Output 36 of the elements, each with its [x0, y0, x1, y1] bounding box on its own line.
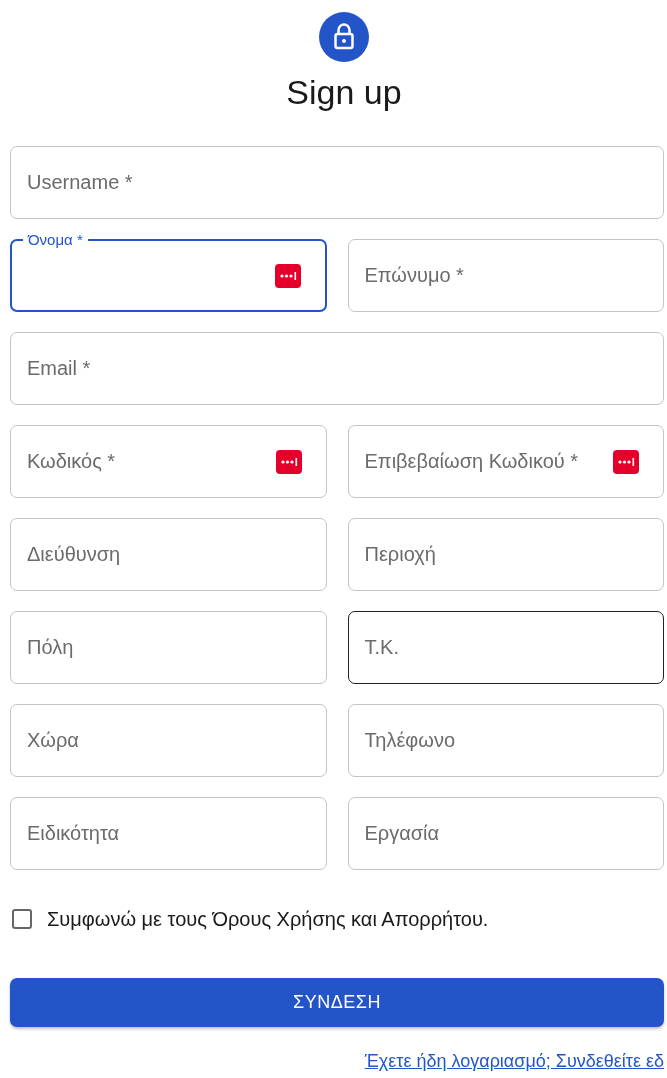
field-label: Περιοχή [364, 543, 436, 566]
field-label: Όνομα * [23, 232, 88, 248]
field-label: Διεύθυνση [27, 543, 121, 566]
text-field[interactable]: Username * [10, 146, 664, 219]
text-field[interactable]: Επιβεβαίωση Κωδικού * [347, 425, 664, 498]
field-label: Ειδικότητα [27, 822, 120, 845]
password-dots-icon[interactable] [613, 449, 639, 474]
field-label: Username * [27, 171, 133, 194]
text-field[interactable]: Τηλέφωνο [347, 704, 664, 777]
text-field[interactable]: Χώρα [10, 704, 327, 777]
text-field[interactable]: Εργασία [347, 797, 664, 870]
text-field[interactable]: Κωδικός * [10, 425, 327, 498]
field-label: Κωδικός * [27, 450, 116, 473]
text-field[interactable]: Περιοχή [347, 518, 664, 591]
field-label: Χώρα [27, 729, 79, 752]
field-label: Τηλέφωνο [364, 729, 455, 752]
login-link[interactable]: Έχετε ήδη λογαριασμό; Συνδεθείτε εδ [364, 1051, 664, 1072]
text-field[interactable]: Διεύθυνση [10, 518, 327, 591]
field-label: Email * [27, 357, 91, 380]
lock-icon [319, 12, 369, 62]
page-title: Sign up [286, 72, 402, 112]
field-label: Πόλη [27, 636, 74, 659]
submit-button[interactable]: ΣΥΝΔΕΣΗ [10, 978, 664, 1027]
field-label: Εργασία [364, 822, 440, 845]
password-dots-icon[interactable] [274, 263, 301, 288]
password-dots-icon[interactable] [275, 449, 302, 474]
terms-checkbox[interactable] [12, 909, 32, 929]
text-field[interactable]: Email * [10, 332, 664, 405]
text-field[interactable]: Τ.Κ. [347, 611, 664, 684]
text-field[interactable]: Επώνυμο * [347, 239, 664, 312]
field-label: Επιβεβαίωση Κωδικού * [364, 450, 579, 473]
text-field[interactable]: Πόλη [10, 611, 327, 684]
field-label: Επώνυμο * [364, 264, 464, 287]
field-label: Τ.Κ. [364, 636, 399, 659]
terms-label: Συμφωνώ με τους Όρους Χρήσης και Απορρήτου. [47, 907, 489, 931]
text-field[interactable]: Ειδικότητα [10, 797, 327, 870]
